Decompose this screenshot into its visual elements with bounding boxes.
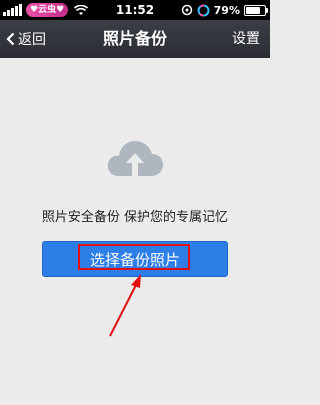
select-backup-photos-button[interactable]: 选择备份照片	[42, 241, 228, 277]
nav-bar: 返回 照片备份 设置	[0, 20, 270, 58]
battery-percent: 79%	[213, 3, 240, 17]
main-content: 照片安全备份 保护您的专属记忆 选择备份照片	[0, 58, 270, 405]
battery-fill	[246, 6, 260, 14]
back-label: 返回	[18, 32, 46, 48]
status-right: 79%	[181, 2, 268, 18]
battery-icon	[244, 4, 268, 16]
chevron-left-icon	[6, 32, 15, 46]
cloud-upload-icon	[107, 141, 163, 176]
color-ring-icon	[197, 4, 210, 16]
tagline: 照片安全备份 保护您的专属记忆	[41, 210, 229, 225]
annotation-arrow	[109, 274, 141, 337]
settings-button[interactable]: 设置	[232, 20, 260, 58]
status-bar: ♥云虫♥ 11:52 79%	[0, 0, 270, 20]
back-button[interactable]: 返回	[6, 20, 46, 58]
sync-icon	[181, 4, 192, 16]
